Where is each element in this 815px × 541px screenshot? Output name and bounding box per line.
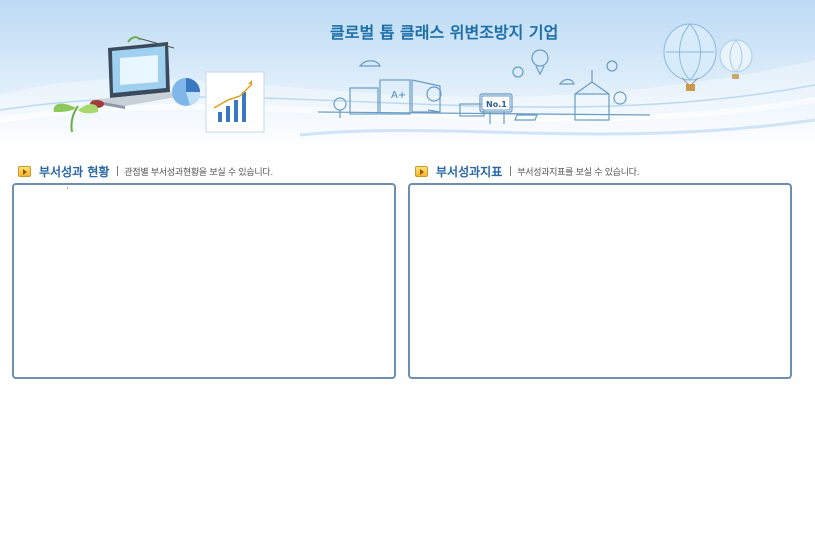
right-section-title: 부서성과지표 xyxy=(436,164,503,179)
pie-chart-icon xyxy=(172,78,200,106)
left-section-header: 부서성과 현황 관점별 부서성과현황을 보실 수 있습니다. xyxy=(18,161,273,181)
department-kpi-panel xyxy=(408,183,792,379)
sign-text: A+ xyxy=(391,90,406,101)
right-section-description: 부서성과지표를 보실 수 있습니다. xyxy=(517,167,640,178)
title-separator xyxy=(510,166,512,176)
department-performance-panel xyxy=(12,183,396,379)
bar-chart-icon xyxy=(205,71,265,133)
banner-slogan: 클로벌 톱 클래스 위변조방지 기업 xyxy=(330,23,559,42)
arrow-bullet-icon xyxy=(18,165,31,177)
right-section-header: 부서성과지표 부서성과지표를 보실 수 있습니다. xyxy=(415,161,640,181)
title-separator xyxy=(117,166,119,176)
no1-badge: No.1 xyxy=(486,100,507,109)
header-banner: A+ No.1 클로벌 톱 클래스 위변조방지 기업 xyxy=(0,0,815,150)
left-section-title: 부서성과 현황 xyxy=(39,164,110,179)
left-section-description: 관점별 부서성과현황을 보실 수 있습니다. xyxy=(124,167,273,178)
arrow-bullet-icon xyxy=(415,165,428,177)
small-balloon-icon xyxy=(719,39,753,79)
panel-marker xyxy=(67,187,68,189)
